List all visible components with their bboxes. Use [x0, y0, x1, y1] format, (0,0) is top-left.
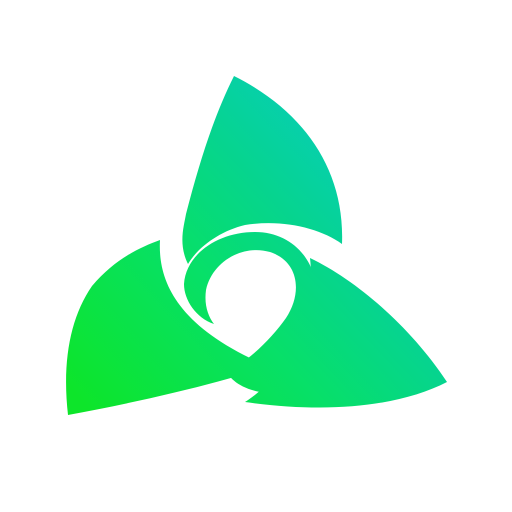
left-blade	[66, 240, 254, 415]
triskelion-sail-logo-icon	[66, 76, 447, 415]
logo-canvas	[0, 0, 512, 512]
